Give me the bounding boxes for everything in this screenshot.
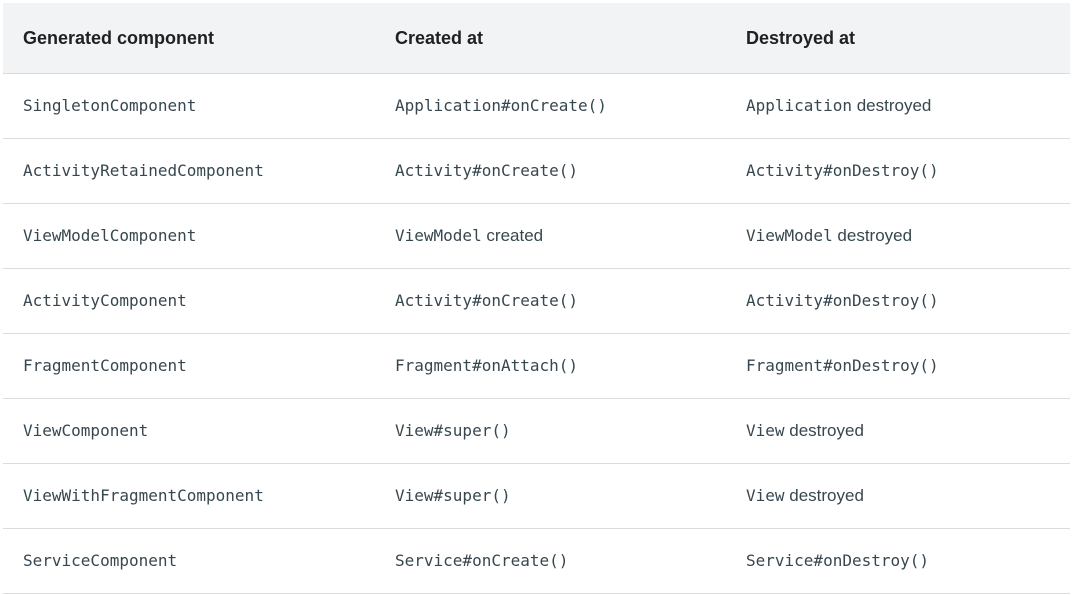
table-header-row: Generated component Created at Destroyed…	[3, 3, 1070, 74]
created-at-cell: Activity#onCreate()	[395, 291, 746, 311]
component-cell: SingletonComponent	[3, 96, 395, 116]
table-row: ViewComponent View#super() View destroye…	[3, 399, 1070, 464]
destroyed-code: Fragment#onDestroy()	[746, 356, 939, 375]
component-cell: ViewWithFragmentComponent	[3, 486, 395, 506]
created-code: Activity#onCreate()	[395, 291, 579, 310]
component-name: ViewModelComponent	[23, 226, 197, 245]
destroyed-at-cell: Service#onDestroy()	[746, 551, 1070, 571]
created-at-cell: Activity#onCreate()	[395, 161, 746, 181]
component-lifetimes-table: Generated component Created at Destroyed…	[3, 3, 1070, 594]
destroyed-code: Application	[746, 96, 852, 115]
component-cell: FragmentComponent	[3, 356, 395, 376]
component-cell: ServiceComponent	[3, 551, 395, 571]
created-code: ViewModel	[395, 226, 482, 245]
component-name: ActivityComponent	[23, 291, 187, 310]
header-created-at: Created at	[395, 27, 484, 48]
destroyed-at-cell: Application destroyed	[746, 96, 1070, 116]
component-cell: ViewComponent	[3, 421, 395, 441]
component-cell: ActivityComponent	[3, 291, 395, 311]
component-name: FragmentComponent	[23, 356, 187, 375]
created-text: created	[481, 226, 544, 245]
header-generated-component: Generated component	[23, 27, 215, 48]
created-code: View#super()	[395, 421, 511, 440]
destroyed-at-cell: Fragment#onDestroy()	[746, 356, 1070, 376]
created-at-cell: Fragment#onAttach()	[395, 356, 746, 376]
created-at-cell: ViewModel created	[395, 226, 746, 246]
destroyed-code: ViewModel	[746, 226, 833, 245]
created-code: Activity#onCreate()	[395, 161, 579, 180]
created-code: Application#onCreate()	[395, 96, 607, 115]
destroyed-code: Activity#onDestroy()	[746, 161, 939, 180]
destroyed-at-cell: Activity#onDestroy()	[746, 291, 1070, 311]
component-name: ViewComponent	[23, 421, 149, 440]
created-code: Fragment#onAttach()	[395, 356, 579, 375]
destroyed-code: Service#onDestroy()	[746, 551, 930, 570]
destroyed-text: destroyed	[832, 226, 913, 245]
component-name: ActivityRetainedComponent	[23, 161, 264, 180]
destroyed-code: View	[746, 486, 785, 505]
destroyed-at-cell: View destroyed	[746, 486, 1070, 506]
table-row: ServiceComponent Service#onCreate() Serv…	[3, 529, 1070, 594]
created-code: Service#onCreate()	[395, 551, 569, 570]
component-name: ViewWithFragmentComponent	[23, 486, 264, 505]
created-at-cell: View#super()	[395, 486, 746, 506]
table-row: ActivityComponent Activity#onCreate() Ac…	[3, 269, 1070, 334]
destroyed-text: destroyed	[851, 96, 932, 115]
table-row: ViewWithFragmentComponent View#super() V…	[3, 464, 1070, 529]
destroyed-text: destroyed	[784, 421, 864, 440]
component-cell: ActivityRetainedComponent	[3, 161, 395, 181]
destroyed-at-cell: ViewModel destroyed	[746, 226, 1070, 246]
destroyed-at-cell: Activity#onDestroy()	[746, 161, 1070, 181]
created-code: View#super()	[395, 486, 511, 505]
table-row: ViewModelComponent ViewModel created Vie…	[3, 204, 1070, 269]
destroyed-code: Activity#onDestroy()	[746, 291, 939, 310]
created-at-cell: Service#onCreate()	[395, 551, 746, 571]
table-row: FragmentComponent Fragment#onAttach() Fr…	[3, 334, 1070, 399]
table-row: ActivityRetainedComponent Activity#onCre…	[3, 139, 1070, 204]
component-name: SingletonComponent	[23, 96, 197, 115]
destroyed-text: destroyed	[784, 486, 864, 505]
table-row: SingletonComponent Application#onCreate(…	[3, 74, 1070, 139]
component-cell: ViewModelComponent	[3, 226, 395, 246]
component-name: ServiceComponent	[23, 551, 178, 570]
destroyed-at-cell: View destroyed	[746, 421, 1070, 441]
destroyed-code: View	[746, 421, 785, 440]
created-at-cell: View#super()	[395, 421, 746, 441]
header-destroyed-at: Destroyed at	[746, 27, 856, 48]
created-at-cell: Application#onCreate()	[395, 96, 746, 116]
